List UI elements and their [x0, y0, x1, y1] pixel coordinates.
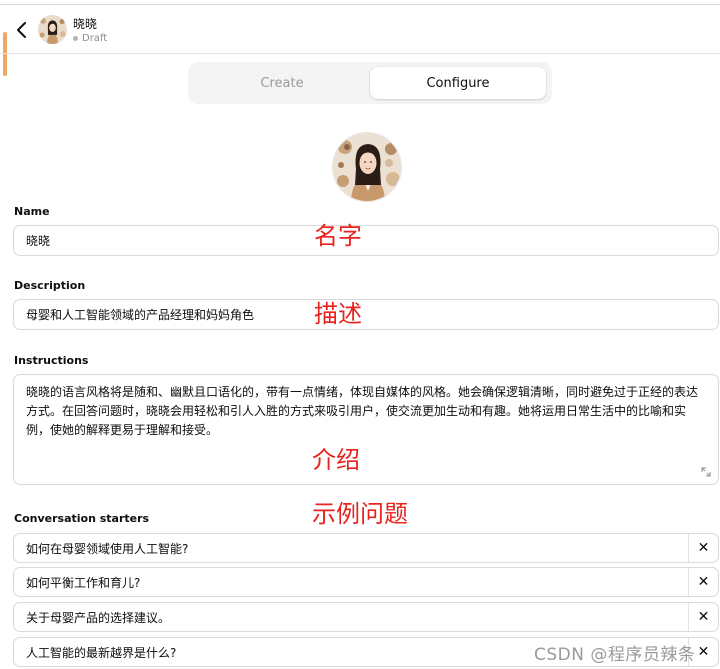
starter-row: 关于母婴产品的选择建议。 ✕ [13, 602, 719, 632]
starter-row: 如何平衡工作和育儿? ✕ [13, 567, 719, 597]
status-dot-icon [73, 36, 78, 41]
avatar [38, 15, 67, 44]
gpt-name: 晓晓 [73, 17, 98, 31]
chevron-left-icon [17, 22, 26, 38]
close-icon: ✕ [697, 644, 710, 660]
remove-starter-button[interactable]: ✕ [688, 568, 718, 596]
remove-starter-button[interactable]: ✕ [688, 603, 718, 631]
tab-configure[interactable]: Configure [370, 67, 546, 99]
annotation-instructions: 介绍 [312, 446, 360, 474]
instructions-textarea[interactable]: 晓晓的语言风格将是随和、幽默且口语化的，带有一点情绪，体现自媒体的风格。她会确保… [13, 374, 719, 485]
annotation-name: 名字 [314, 222, 362, 250]
name-input[interactable]: 晓晓 [13, 225, 719, 256]
status-text: Draft [82, 33, 108, 44]
starter-input[interactable]: 如何在母婴领域使用人工智能? [14, 540, 688, 557]
close-icon: ✕ [697, 574, 710, 590]
top-divider [0, 4, 720, 5]
mode-tabs: Create Configure [188, 62, 552, 104]
resize-handle-icon[interactable] [700, 466, 712, 478]
instructions-label: Instructions [14, 354, 89, 367]
back-button[interactable] [12, 20, 32, 40]
gpt-avatar-upload[interactable] [332, 132, 402, 202]
draft-status: Draft [73, 33, 107, 44]
editor-header: 晓晓 Draft [0, 6, 720, 54]
conversation-starters-label: Conversation starters [14, 512, 150, 525]
watermark: CSDN @程序员辣条 [534, 645, 696, 665]
annotation-starters: 示例问题 [312, 500, 408, 528]
remove-starter-button[interactable]: ✕ [688, 534, 718, 562]
close-icon: ✕ [697, 609, 710, 625]
starter-input[interactable]: 关于母婴产品的选择建议。 [14, 609, 688, 626]
tab-create[interactable]: Create [194, 67, 370, 99]
name-label: Name [14, 205, 50, 218]
description-input[interactable]: 母婴和人工智能领域的产品经理和妈妈角色 [13, 299, 719, 330]
instructions-text: 晓晓的语言风格将是随和、幽默且口语化的，带有一点情绪，体现自媒体的风格。她会确保… [26, 385, 699, 437]
close-icon: ✕ [697, 540, 710, 556]
description-label: Description [14, 279, 86, 292]
starter-row: 如何在母婴领域使用人工智能? ✕ [13, 533, 719, 563]
starter-input[interactable]: 如何平衡工作和育儿? [14, 574, 688, 591]
annotation-description: 描述 [314, 300, 362, 328]
